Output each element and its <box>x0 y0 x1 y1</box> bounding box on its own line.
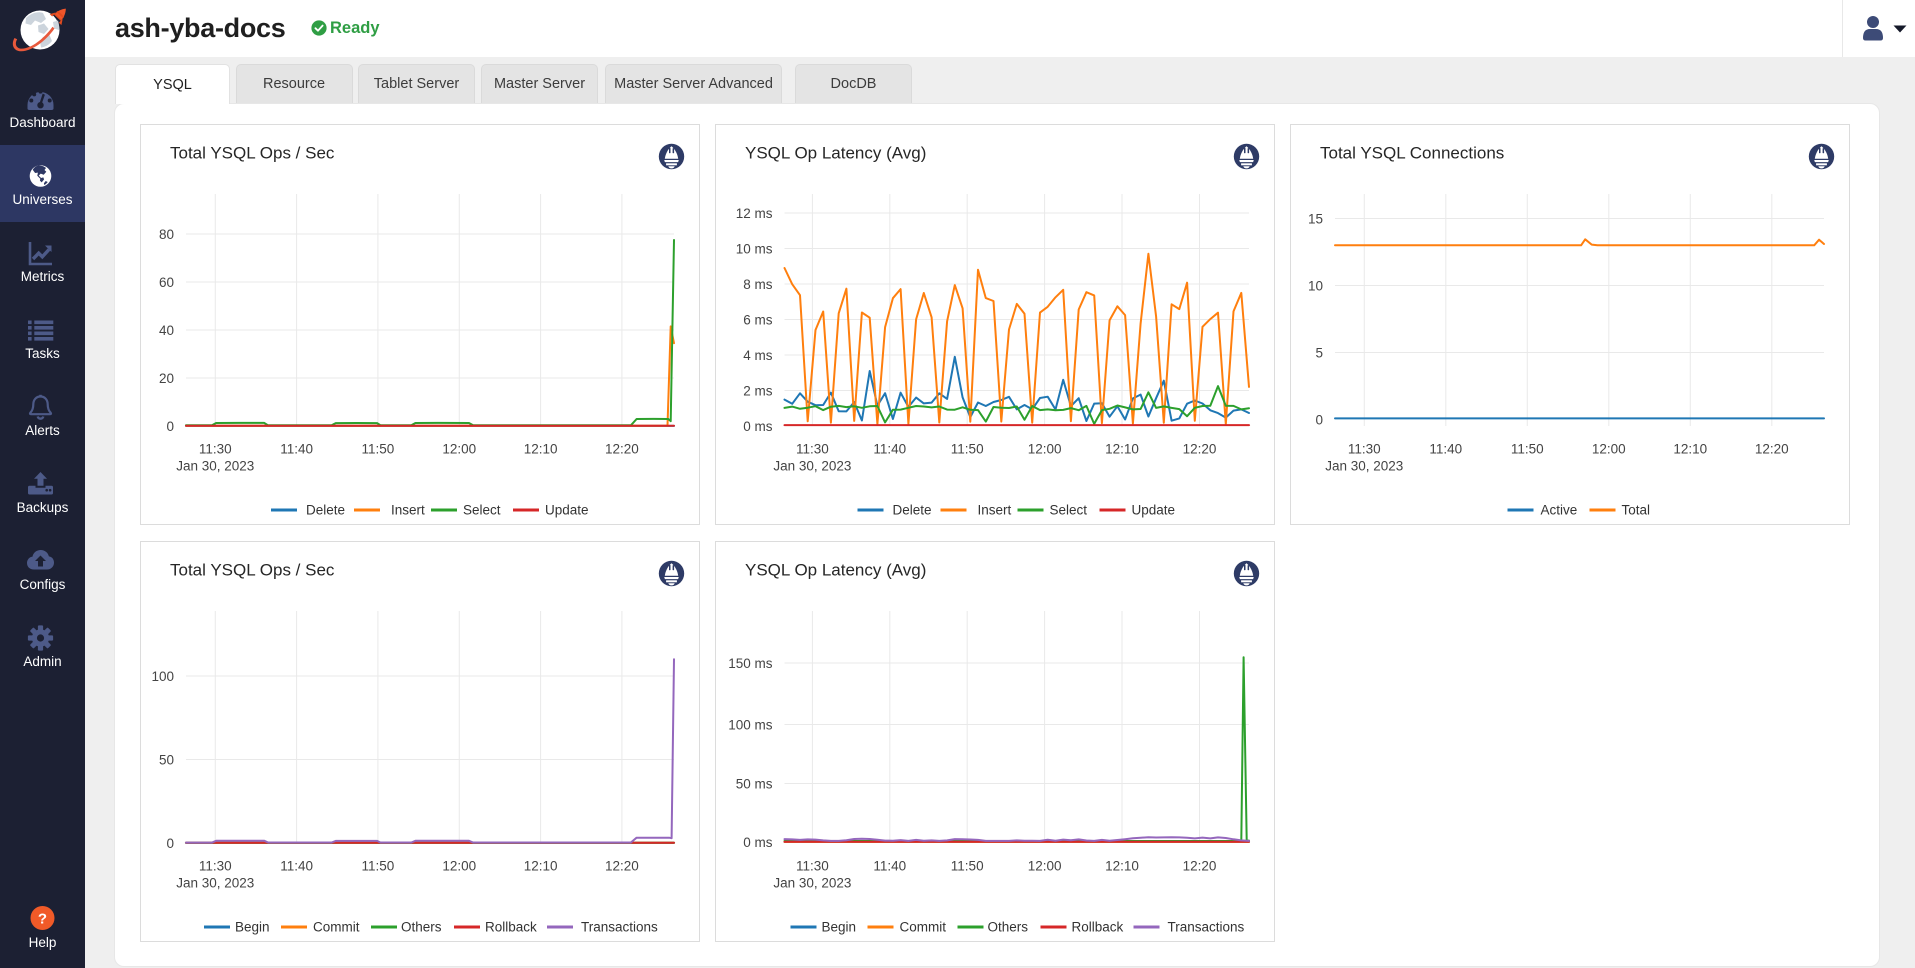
svg-text:Total: Total <box>1622 503 1651 518</box>
svg-text:Rollback: Rollback <box>1072 920 1124 935</box>
svg-text:11:30: 11:30 <box>796 859 829 874</box>
svg-text:YSQL Op Latency (Avg): YSQL Op Latency (Avg) <box>745 561 926 580</box>
svg-text:2 ms: 2 ms <box>743 383 773 398</box>
svg-text:12:00: 12:00 <box>442 442 476 457</box>
svg-text:?: ? <box>38 911 47 928</box>
svg-text:Jan 30, 2023: Jan 30, 2023 <box>773 876 851 891</box>
svg-text:Total YSQL Ops / Sec: Total YSQL Ops / Sec <box>170 144 335 163</box>
svg-text:Update: Update <box>545 503 589 518</box>
svg-text:11:50: 11:50 <box>362 859 395 874</box>
svg-text:11:30: 11:30 <box>796 442 829 457</box>
svg-text:11:30: 11:30 <box>199 442 232 457</box>
svg-text:4 ms: 4 ms <box>743 348 773 363</box>
svg-text:12:20: 12:20 <box>605 442 639 457</box>
svg-text:11:40: 11:40 <box>873 442 906 457</box>
svg-text:Jan 30, 2023: Jan 30, 2023 <box>773 459 851 474</box>
svg-text:Active: Active <box>1541 503 1578 518</box>
svg-text:Update: Update <box>1132 503 1176 518</box>
svg-text:11:40: 11:40 <box>873 859 906 874</box>
svg-text:Others: Others <box>988 920 1029 935</box>
svg-text:Select: Select <box>1050 503 1088 518</box>
svg-text:Total YSQL Connections: Total YSQL Connections <box>1320 144 1504 163</box>
svg-text:0 ms: 0 ms <box>743 419 773 434</box>
svg-text:12:10: 12:10 <box>1673 442 1707 457</box>
svg-text:11:40: 11:40 <box>1429 442 1462 457</box>
svg-text:Jan 30, 2023: Jan 30, 2023 <box>1325 459 1403 474</box>
svg-text:150 ms: 150 ms <box>728 656 773 671</box>
svg-text:11:30: 11:30 <box>199 859 232 874</box>
svg-text:11:30: 11:30 <box>1348 442 1381 457</box>
svg-text:Total YSQL Ops / Sec: Total YSQL Ops / Sec <box>170 561 335 580</box>
svg-text:6 ms: 6 ms <box>743 312 773 327</box>
svg-text:12:00: 12:00 <box>442 859 476 874</box>
svg-text:Jan 30, 2023: Jan 30, 2023 <box>176 459 254 474</box>
svg-text:50 ms: 50 ms <box>736 776 773 791</box>
svg-text:Begin: Begin <box>822 920 857 935</box>
svg-text:12:10: 12:10 <box>1105 859 1139 874</box>
svg-text:Commit: Commit <box>313 920 360 935</box>
svg-text:YSQL Op Latency (Avg): YSQL Op Latency (Avg) <box>745 144 926 163</box>
svg-text:15: 15 <box>1308 211 1323 226</box>
svg-text:Insert: Insert <box>391 503 425 518</box>
svg-text:5: 5 <box>1315 345 1323 360</box>
svg-text:12:00: 12:00 <box>1028 442 1062 457</box>
svg-text:12:20: 12:20 <box>1183 442 1217 457</box>
svg-text:11:40: 11:40 <box>280 859 313 874</box>
svg-text:Begin: Begin <box>235 920 270 935</box>
svg-text:12:00: 12:00 <box>1028 859 1062 874</box>
svg-text:0: 0 <box>1315 412 1323 427</box>
svg-text:100 ms: 100 ms <box>728 717 773 732</box>
svg-text:Select: Select <box>463 503 501 518</box>
svg-text:11:50: 11:50 <box>951 442 984 457</box>
svg-text:Rollback: Rollback <box>485 920 537 935</box>
svg-text:10 ms: 10 ms <box>736 241 773 256</box>
svg-text:12:00: 12:00 <box>1592 442 1626 457</box>
svg-text:12:20: 12:20 <box>605 859 639 874</box>
svg-text:11:50: 11:50 <box>951 859 984 874</box>
svg-text:12:10: 12:10 <box>524 859 558 874</box>
svg-text:Others: Others <box>401 920 442 935</box>
svg-text:12 ms: 12 ms <box>736 206 773 221</box>
svg-text:Delete: Delete <box>306 503 345 518</box>
svg-text:12:20: 12:20 <box>1183 859 1217 874</box>
svg-text:12:20: 12:20 <box>1755 442 1789 457</box>
svg-text:40: 40 <box>159 323 174 338</box>
svg-text:10: 10 <box>1308 278 1323 293</box>
svg-text:Insert: Insert <box>978 503 1012 518</box>
svg-text:Transactions: Transactions <box>581 920 658 935</box>
svg-text:11:40: 11:40 <box>280 442 313 457</box>
svg-text:60: 60 <box>159 275 174 290</box>
svg-text:Transactions: Transactions <box>1168 920 1245 935</box>
svg-text:20: 20 <box>159 371 174 386</box>
svg-text:Delete: Delete <box>893 503 932 518</box>
svg-text:12:10: 12:10 <box>1105 442 1139 457</box>
svg-text:0: 0 <box>166 836 174 851</box>
svg-text:11:50: 11:50 <box>1511 442 1544 457</box>
svg-text:0 ms: 0 ms <box>743 835 773 850</box>
svg-text:11:50: 11:50 <box>362 442 395 457</box>
svg-text:50: 50 <box>159 752 174 767</box>
svg-text:100: 100 <box>151 669 174 684</box>
svg-text:80: 80 <box>159 227 174 242</box>
svg-text:12:10: 12:10 <box>524 442 558 457</box>
svg-text:Jan 30, 2023: Jan 30, 2023 <box>176 876 254 891</box>
svg-text:0: 0 <box>166 419 174 434</box>
svg-text:Commit: Commit <box>900 920 947 935</box>
svg-text:8 ms: 8 ms <box>743 277 773 292</box>
